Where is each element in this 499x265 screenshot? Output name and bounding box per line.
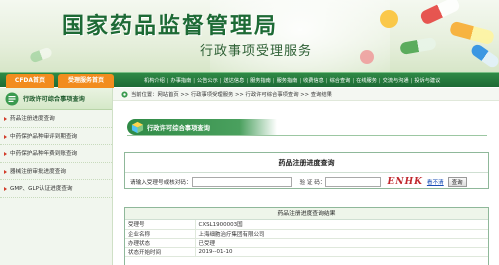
nav-separator: |: [219, 77, 222, 84]
tablet-graphic: [360, 50, 374, 64]
sidebar-item[interactable]: 器械注册审批进度查询: [0, 163, 112, 180]
location-icon: [121, 90, 128, 98]
query-button[interactable]: 查询: [447, 176, 467, 187]
nav-link[interactable]: 公告公示: [197, 77, 218, 84]
query-row: 请输入受理号或核对码： 验 证 码： ENHK 看不清 查询: [125, 174, 488, 189]
captcha-label: 验 证 码：: [299, 179, 326, 186]
nav-separator: |: [299, 77, 302, 84]
section-divider: [127, 135, 487, 136]
captcha-input[interactable]: [325, 176, 382, 187]
captcha-image[interactable]: ENHK: [387, 177, 422, 187]
nav-separator: |: [410, 77, 413, 84]
result-table: 受理号 CXSL1900003国 企业名称 上海细胞治疗集团有限公司 办理状态 已受理 状态…: [125, 220, 488, 257]
result-field-value: 上海细胞治疗集团有限公司: [195, 229, 488, 239]
result-field-label: 状态开始时间: [125, 247, 196, 257]
site-title: 国家药品监督管理局: [62, 13, 279, 39]
table-row: 企业名称 上海细胞治疗集团有限公司: [125, 229, 488, 239]
capsule-graphic: [399, 36, 437, 56]
nav-link[interactable]: 机构介绍: [144, 77, 165, 84]
acceptance-number-label: 请输入受理号或核对码：: [130, 179, 192, 186]
nav-separator: |: [325, 77, 328, 84]
sidebar-item[interactable]: 中药保护品种年费到账查询: [0, 145, 112, 163]
tab-cfda-home[interactable]: CFDA首页: [6, 74, 54, 88]
sidebar-item[interactable]: GMP、GLP认证进度查询: [0, 180, 112, 198]
tab-service-home[interactable]: 受理服务首页: [58, 74, 114, 88]
nav-separator: |: [166, 77, 169, 84]
nav-link[interactable]: 在线服务: [356, 77, 377, 84]
nav-separator: |: [272, 77, 275, 84]
capsule-graphic: [28, 46, 54, 64]
main-navbar: CFDA首页 受理服务首页 机构介绍 | 办事指南 | 公告公示 | 送达信息 | 服务指南 | 服…: [0, 72, 499, 88]
result-title: 药品注册进度查询结果: [125, 208, 488, 220]
acceptance-number-input[interactable]: [191, 176, 292, 187]
tablet-graphic: [380, 10, 398, 28]
table-row: 状态开始时间 2019--01-10: [125, 247, 488, 257]
result-field-label: 企业名称: [125, 229, 196, 239]
nav-link[interactable]: 收费信息: [303, 77, 324, 84]
sidebar-menu: 药品注册进度查询 中药保护品种审评到期查询 中药保护品种年费到账查询 器械注册审批进度…: [0, 110, 112, 198]
result-field-value: 2019--01-10: [195, 247, 488, 257]
nav-link[interactable]: 交流与沟通: [383, 77, 409, 84]
result-field-label: 办理状态: [125, 238, 196, 248]
site-subtitle: 行政事项受理服务: [200, 44, 313, 59]
section-tab-label: 行政许可综合事项查询: [147, 124, 210, 132]
sidebar-item[interactable]: 药品注册进度查询: [0, 110, 112, 128]
sidebar-item[interactable]: 中药保护品种审评到期查询: [0, 128, 112, 145]
table-row: 办理状态 已受理: [125, 238, 488, 248]
cube-icon: [131, 121, 144, 133]
breadcrumb: 当前位置：网站首页 >> 行政事项受理服务 >> 行政许可综合事项查询 >> 查…: [113, 88, 499, 101]
nav-link[interactable]: 送达信息: [224, 77, 245, 84]
query-form-title: 药品注册进度查询: [125, 153, 488, 173]
nav-link[interactable]: 综合查询: [330, 77, 351, 84]
nav-separator: |: [378, 77, 381, 84]
sidebar-header: 行政许可综合事项查询: [0, 88, 112, 110]
sidebar: 行政许可综合事项查询 药品注册进度查询 中药保护品种审评到期查询 中药保护品种年费到…: [0, 88, 113, 265]
query-form: 药品注册进度查询 请输入受理号或核对码： 验 证 码： ENHK 看不清 查询: [124, 152, 489, 189]
result-field-value: CXSL1900003国: [195, 220, 488, 230]
main-content: 当前位置：网站首页 >> 行政事项受理服务 >> 行政许可综合事项查询 >> 查…: [113, 88, 499, 265]
nav-separator: |: [246, 77, 249, 84]
capsule-graphic: [469, 42, 499, 70]
query-list-icon: [5, 92, 19, 105]
nav-separator: |: [193, 77, 196, 84]
sidebar-title: 行政许可综合事项查询: [23, 96, 85, 103]
result-field-value: 已受理: [195, 238, 488, 248]
refresh-captcha-link[interactable]: 看不清: [427, 178, 444, 186]
nav-link[interactable]: 服务指南: [277, 77, 298, 84]
result-field-label: 受理号: [125, 220, 196, 230]
section-tab: 行政许可综合事项查询: [127, 119, 277, 135]
nav-separator: |: [352, 77, 355, 84]
nav-link[interactable]: 投诉与建议: [414, 77, 440, 84]
nav-links: 机构介绍 | 办事指南 | 公告公示 | 送达信息 | 服务指南 | 服务指南 | 收费信息 | 综合查询 |…: [144, 73, 440, 88]
breadcrumb-text: 当前位置：网站首页 >> 行政事项受理服务 >> 行政许可综合事项查询 >> 查…: [131, 92, 332, 98]
nav-link[interactable]: 办事指南: [171, 77, 192, 84]
capsule-graphic: [448, 20, 496, 46]
nav-link[interactable]: 服务指南: [250, 77, 271, 84]
result-panel: 药品注册进度查询结果 受理号 CXSL1900003国 企业名称 上海细胞治疗集团有限…: [124, 207, 489, 265]
table-row: 受理号 CXSL1900003国: [125, 220, 488, 230]
site-banner: 国家药品监督管理局 行政事项受理服务: [0, 0, 499, 72]
